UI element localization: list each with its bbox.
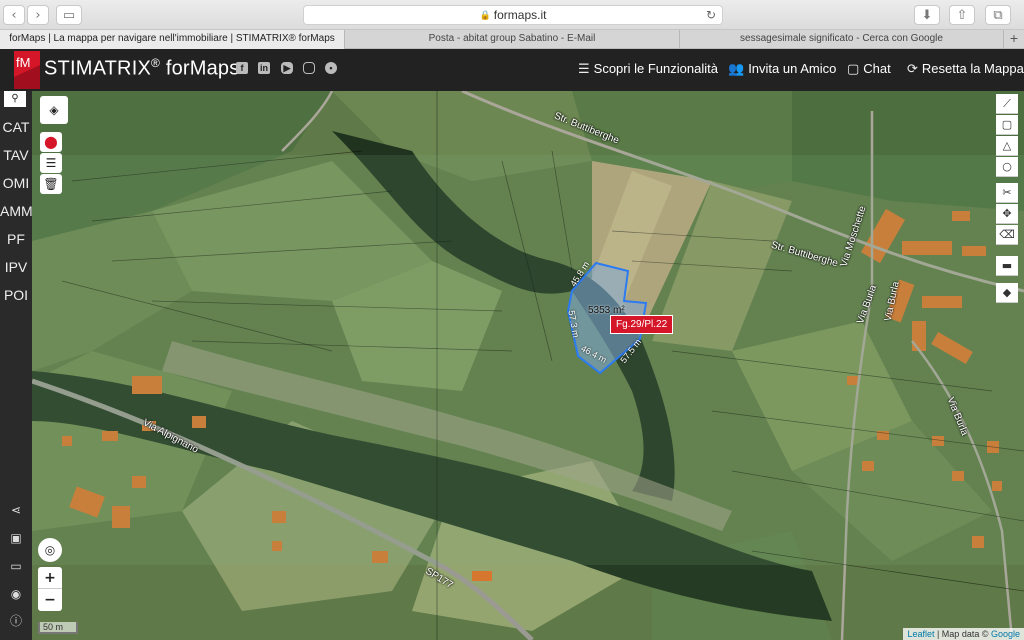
sidebar-toggle-icon[interactable]: ▭ [56, 5, 82, 25]
back-icon[interactable]: ‹ [3, 5, 25, 25]
search-icon[interactable]: ⚲ [4, 91, 26, 107]
scale-bar: 50 m [38, 622, 78, 634]
tab-bar: forMaps | La mappa per navigare nell'imm… [0, 30, 1024, 49]
zoom-out-button[interactable]: − [38, 589, 62, 611]
satellite-imagery [32, 91, 1024, 640]
leaflet-link[interactable]: Leaflet [907, 629, 934, 639]
paint-bucket-icon[interactable]: ◆ [996, 283, 1018, 303]
tab-search[interactable]: sessagesimale significato - Cerca con Go… [680, 30, 1004, 49]
users-icon: 👥 [728, 62, 745, 77]
list-icon[interactable]: ☰ [40, 153, 62, 173]
eraser-icon[interactable]: ⌫ [996, 225, 1018, 245]
new-tab-icon[interactable]: + [1004, 30, 1024, 48]
chat-label: Chat [863, 61, 891, 76]
move-icon[interactable]: ✥ [996, 204, 1018, 224]
sidebar-item-poi[interactable]: POI [0, 281, 32, 309]
draw-line-icon[interactable]: ⟋ [996, 94, 1018, 114]
folder-icon[interactable]: ▭ [0, 556, 32, 576]
draw-rectangle-icon[interactable]: ▢ [996, 115, 1018, 135]
locate-icon[interactable]: ◎ [38, 538, 62, 562]
attribution-separator: | Map data © [934, 629, 991, 639]
sidebar-item-cat[interactable]: CAT [0, 113, 32, 141]
refresh-icon: ⟳ [907, 62, 918, 77]
instagram-icon[interactable] [303, 62, 315, 74]
map-canvas[interactable]: 45.8 m 57.3 m 46.4 m 57.5 m 5353 m² Fg.2… [32, 91, 1024, 640]
youtube-icon[interactable]: ▶ [281, 62, 293, 74]
sidebar-item-pf[interactable]: PF [0, 225, 32, 253]
eye-icon[interactable]: ◉ [0, 584, 32, 604]
downloads-icon[interactable]: ⬇ [914, 5, 940, 25]
chat-icon: ▢ [847, 62, 860, 77]
trash-icon[interactable]: 🗑 [40, 174, 62, 194]
sidebar-item-omi[interactable]: OMI [0, 169, 32, 197]
left-sidebar: ⚲ CAT TAV OMI AMM PF IPV POI ⋖ ▣ ▭ ◉ ⓘ [0, 91, 33, 640]
brand-mark: ® [151, 56, 161, 70]
draw-circle-icon[interactable]: ○ [996, 157, 1018, 177]
reload-icon[interactable]: ↻ [706, 8, 716, 22]
draw-polygon-icon[interactable]: △ [996, 136, 1018, 156]
tab-formaps[interactable]: forMaps | La mappa per navigare nell'imm… [0, 30, 345, 49]
marker-icon[interactable]: ⬤ [40, 132, 62, 152]
cut-icon[interactable]: ✂ [996, 183, 1018, 203]
brand-suffix: forMaps [165, 57, 240, 80]
brand-name: STIMATRIX [44, 57, 151, 80]
list-icon: ☰ [578, 62, 590, 77]
reset-map-link[interactable]: ⟳ Resetta la Mappa [907, 61, 1024, 77]
address-bar[interactable]: 🔒 formaps.it ↻ [303, 5, 723, 25]
map-attribution: Leaflet | Map data © Google [903, 628, 1024, 640]
tabs-overview-icon[interactable]: ⧉ [985, 5, 1011, 25]
sidebar-item-ipv[interactable]: IPV [0, 253, 32, 281]
url-text: formaps.it [493, 8, 547, 22]
chat-link[interactable]: ▢ Chat [847, 61, 891, 77]
svg-text:fM: fM [16, 55, 30, 70]
facebook-icon[interactable]: f [236, 62, 248, 74]
features-label: Scopri le Funzionalità [593, 61, 718, 76]
share-icon[interactable]: ⋖ [0, 500, 32, 520]
sidebar-item-tav[interactable]: TAV [0, 141, 32, 169]
google-link[interactable]: Google [991, 629, 1020, 639]
share-icon[interactable]: ⇧ [949, 5, 975, 25]
linkedin-icon[interactable]: in [258, 62, 270, 74]
features-link[interactable]: ☰ Scopri le Funzionalità [578, 61, 718, 77]
reset-label: Resetta la Mappa [921, 61, 1024, 76]
invite-link[interactable]: 👥 Invita un Amico [728, 61, 836, 77]
forward-icon[interactable]: › [27, 5, 49, 25]
lock-icon: 🔒 [479, 9, 491, 20]
invite-label: Invita un Amico [748, 61, 837, 76]
sidebar-item-amm[interactable]: AMM [0, 197, 33, 225]
formaps-logo[interactable]: fM [14, 51, 40, 89]
zoom-in-button[interactable]: + [38, 567, 62, 589]
tab-mail[interactable]: Posta - abitat group Sabatino - E-Mail [345, 30, 680, 49]
brand-title: STIMATRIX® forMaps [44, 56, 239, 81]
community-icon[interactable]: • [325, 62, 337, 74]
save-icon[interactable]: ▣ [0, 528, 32, 548]
ruler-icon[interactable]: ▬ [996, 256, 1018, 276]
info-icon[interactable]: ⓘ [0, 611, 32, 631]
browser-toolbar: ‹ › ▭ 🔒 formaps.it ↻ ⬇ ⇧ ⧉ [0, 0, 1024, 30]
layers-icon[interactable]: ◈ [40, 96, 68, 124]
parcel-tag[interactable]: Fg.29/Pl.22 [610, 315, 674, 334]
